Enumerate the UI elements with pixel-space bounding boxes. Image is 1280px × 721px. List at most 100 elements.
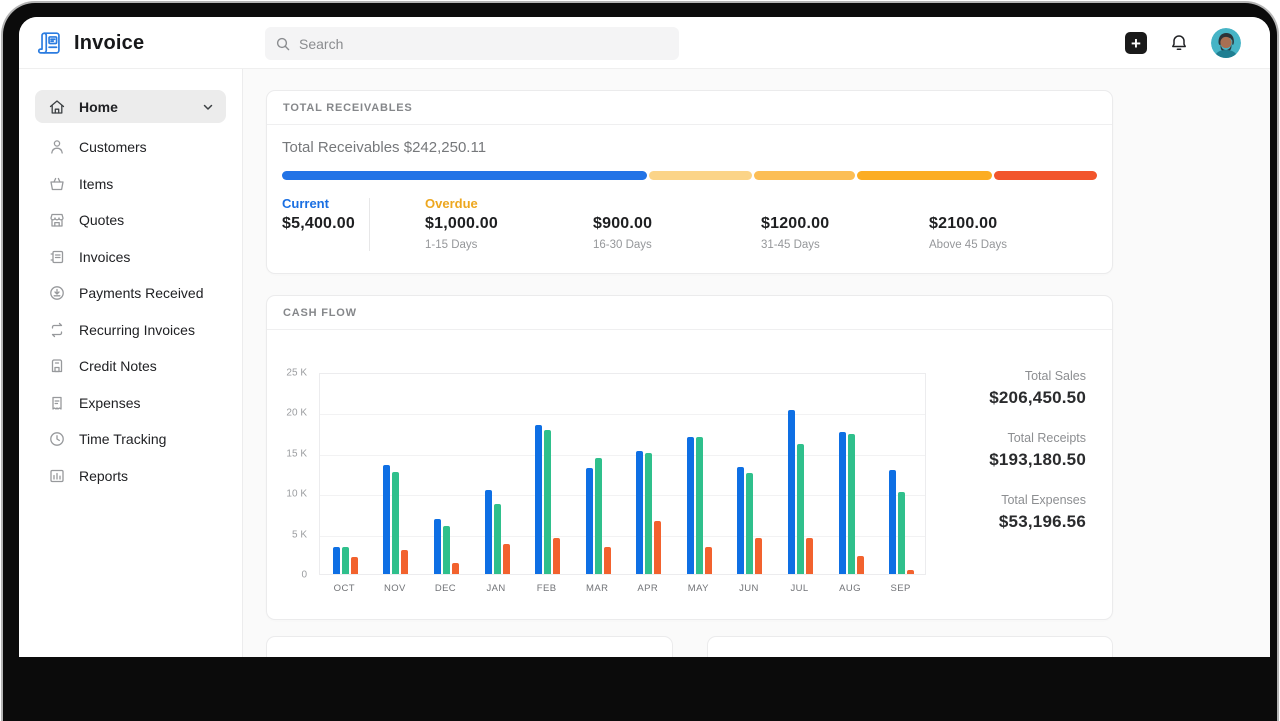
sales-bar [737,467,744,574]
expenses-bar [401,550,408,574]
user-avatar[interactable] [1211,28,1241,58]
notifications-bell-icon[interactable] [1169,33,1189,53]
sidebar-item-label: Payments Received [79,285,204,301]
invoice-logo-icon [35,28,65,58]
bucket-amount: $2100.00 [929,215,1097,233]
current-label: Current [282,196,369,215]
receipts-bar [898,492,905,574]
sales-bar [383,465,390,574]
x-tick-label: OCT [319,583,370,594]
card-header: TOTAL RECEIVABLES [267,91,1112,125]
x-tick-label: FEB [521,583,572,594]
sidebar-item-recurring-invoices[interactable]: Recurring Invoices [35,312,226,349]
bucket-period: 16-30 Days [593,239,761,253]
bar-group-oct [320,374,371,574]
search-input[interactable] [299,36,669,52]
recurring-icon [48,321,66,339]
sidebar-item-home[interactable]: Home [35,90,226,123]
cash-flow-card: CASH FLOW 25 K20 K15 K10 K5 K0 OCTNOVDEC… [266,295,1113,620]
sales-bar [788,410,795,574]
bar-group-jul [775,374,826,574]
device-bezel: Invoice + [1,1,1279,721]
sidebar-item-label: Recurring Invoices [79,322,195,338]
cashflow-plot [319,373,926,575]
sidebar-item-credit-notes[interactable]: Credit Notes [35,348,226,385]
bar-group-jan [472,374,523,574]
receipts-bar [645,453,652,574]
sidebar-item-label: Items [79,176,113,192]
expenses-bar [806,538,813,574]
stat-total-sales: Total Sales $206,450.50 [989,369,1086,408]
sidebar-item-label: Quotes [79,212,124,228]
y-tick-label: 0 [301,570,307,581]
add-new-button[interactable]: + [1125,32,1147,54]
y-tick-label: 5 K [292,529,307,540]
stat-label: Total Receipts [989,431,1086,445]
expenses-icon [48,394,66,412]
expenses-bar [503,544,510,574]
sidebar: Home Customers Items Quotes Invoices Pay… [19,69,243,657]
sales-bar [333,547,340,574]
sidebar-item-time-tracking[interactable]: Time Tracking [35,421,226,458]
overdue-bucket: Overdue$1,000.00 1-15 Days [425,196,593,253]
reports-icon [48,467,66,485]
sidebar-item-items[interactable]: Items [35,166,226,203]
receipts-bar [342,547,349,574]
sidebar-item-customers[interactable]: Customers [35,129,226,166]
receipts-bar [544,430,551,574]
sales-bar [687,437,694,574]
bucket-amount: $1,000.00 [425,215,593,233]
x-tick-label: JUN [724,583,775,594]
sidebar-item-quotes[interactable]: Quotes [35,202,226,239]
aging-bar-segment [857,171,992,180]
bar-group-aug [826,374,877,574]
stat-value: $53,196.56 [989,512,1086,532]
cashflow-totals: Total Sales $206,450.50 Total Receipts $1… [989,369,1086,555]
bar-group-mar [573,374,624,574]
receipts-bar [595,458,602,574]
bucket-amount: $900.00 [593,215,761,233]
receipts-bar [848,434,855,574]
sidebar-item-label: Reports [79,468,128,484]
aging-bar-segment [282,171,647,180]
stat-total-expenses: Total Expenses $53,196.56 [989,493,1086,532]
overdue-bucket: $2100.00 Above 45 Days [929,196,1097,253]
search-bar[interactable] [265,27,679,60]
sidebar-item-reports[interactable]: Reports [35,458,226,495]
expenses-bar [351,557,358,574]
sidebar-item-invoices[interactable]: Invoices [35,239,226,276]
divider [369,198,370,251]
app-logo: Invoice [35,17,144,69]
sales-bar [586,468,593,574]
time-icon [48,430,66,448]
stat-value: $193,180.50 [989,450,1086,470]
overdue-buckets: Overdue$1,000.00 1-15 Days $900.00 16-30… [425,196,1097,253]
customers-icon [48,138,66,156]
stat-label: Total Expenses [989,493,1086,507]
x-tick-label: JAN [471,583,522,594]
x-tick-label: AUG [825,583,876,594]
expenses-bar [857,556,864,574]
payments-icon [48,284,66,302]
sidebar-item-payments-received[interactable]: Payments Received [35,275,226,312]
sales-bar [889,470,896,574]
expenses-bar [654,521,661,574]
cashflow-card-title: CASH FLOW [283,307,357,319]
x-tick-label: MAY [673,583,724,594]
aging-bar-segment [649,171,752,180]
aging-breakdown: Current $5,400.00 Overdue$1,000.00 1-15 … [282,196,1097,253]
aging-bar-segment [754,171,855,180]
sidebar-item-expenses[interactable]: Expenses [35,385,226,422]
x-tick-label: APR [622,583,673,594]
receivables-aging-bar [282,171,1097,180]
main-content: TOTAL RECEIVABLES Total Receivables $242… [243,69,1270,657]
bar-group-sep [876,374,927,574]
bucket-period: Above 45 Days [929,239,1097,253]
bucket-amount: $1200.00 [761,215,929,233]
receipts-bar [392,472,399,574]
x-axis-labels: OCTNOVDECJANFEBMARAPRMAYJUNJULAUGSEP [319,583,926,594]
receipts-bar [494,504,501,574]
chevron-down-icon [202,101,214,113]
y-tick-label: 10 K [286,489,307,500]
receipts-bar [696,437,703,574]
